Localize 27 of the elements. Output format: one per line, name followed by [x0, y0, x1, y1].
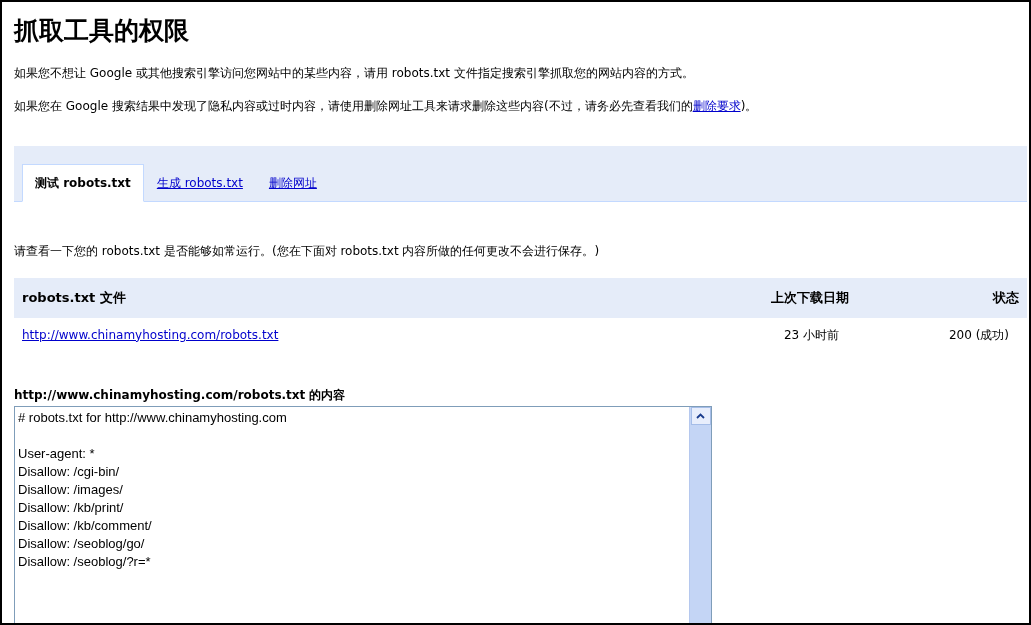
caret-up-icon	[696, 412, 705, 419]
text-line: Disallow: /images/	[18, 480, 124, 499]
scrollbar[interactable]	[689, 406, 711, 623]
tab[interactable]: 删除网址	[255, 164, 330, 203]
text-line: User-agent: *	[18, 444, 96, 463]
table-cell-text: 23 小时前	[782, 326, 839, 344]
page-title: 抓取工具的权限	[14, 16, 190, 46]
text-line: Disallow: /seoblog/?r=*	[18, 552, 152, 571]
tab[interactable]: 生成 robots.txt	[143, 164, 256, 203]
text-line: Disallow: /seoblog/go/	[18, 534, 146, 553]
text-line: # robots.txt for http://www.chinamyhosting.com	[18, 408, 288, 427]
removal-requirements-link[interactable]: 删除要求	[692, 99, 741, 114]
column-header: 状态	[991, 289, 1019, 308]
tab[interactable]: 测试 robots.txt	[22, 164, 144, 203]
text-line: Disallow: /kb/print/	[18, 498, 125, 517]
text-area[interactable]: # robots.txt for http://www.chinamyhosting.com User-agent: * Disallow: /cgi-bin/ Disallow: /images/ Disallow: /kb/print/ Disallow: /kb/comment/ Disallow: /seoblog/go/ Disallow: /seoblog/?r=*	[14, 405, 712, 623]
scroll-up-button[interactable]	[690, 406, 711, 425]
column-header: 上次下载日期	[770, 289, 849, 308]
text-line: Disallow: /kb/comment/	[18, 516, 153, 535]
column-header: robots.txt 文件	[22, 289, 127, 308]
intro-paragraph: 如果您不想让 Google 或其他搜索引擎访问您网站中的某些内容，请用 robots.txt 文件指定搜索引擎抓取您的网站内容的方式。	[14, 65, 695, 82]
text-line: Disallow: /cgi-bin/	[18, 462, 121, 481]
table-cell-text: 200 (成功)	[947, 326, 1009, 344]
robots-file-link[interactable]: http://www.chinamyhosting.com/robots.txt	[22, 327, 279, 342]
removal-paragraph: 如果您在 Google 搜索结果中发现了隐私内容或过时内容，请使用删除网址工具来请求删除这些内容(不过，请务必先查看我们的删除要求)。	[14, 98, 759, 116]
instruction-text: 请查看一下您的 robots.txt 是否能够如常运行。(您在下面对 robots.txt 内容所做的任何更改不会进行保存。)	[14, 243, 601, 261]
contents-label: http://www.chinamyhosting.com/robots.txt 的内容	[14, 386, 347, 404]
